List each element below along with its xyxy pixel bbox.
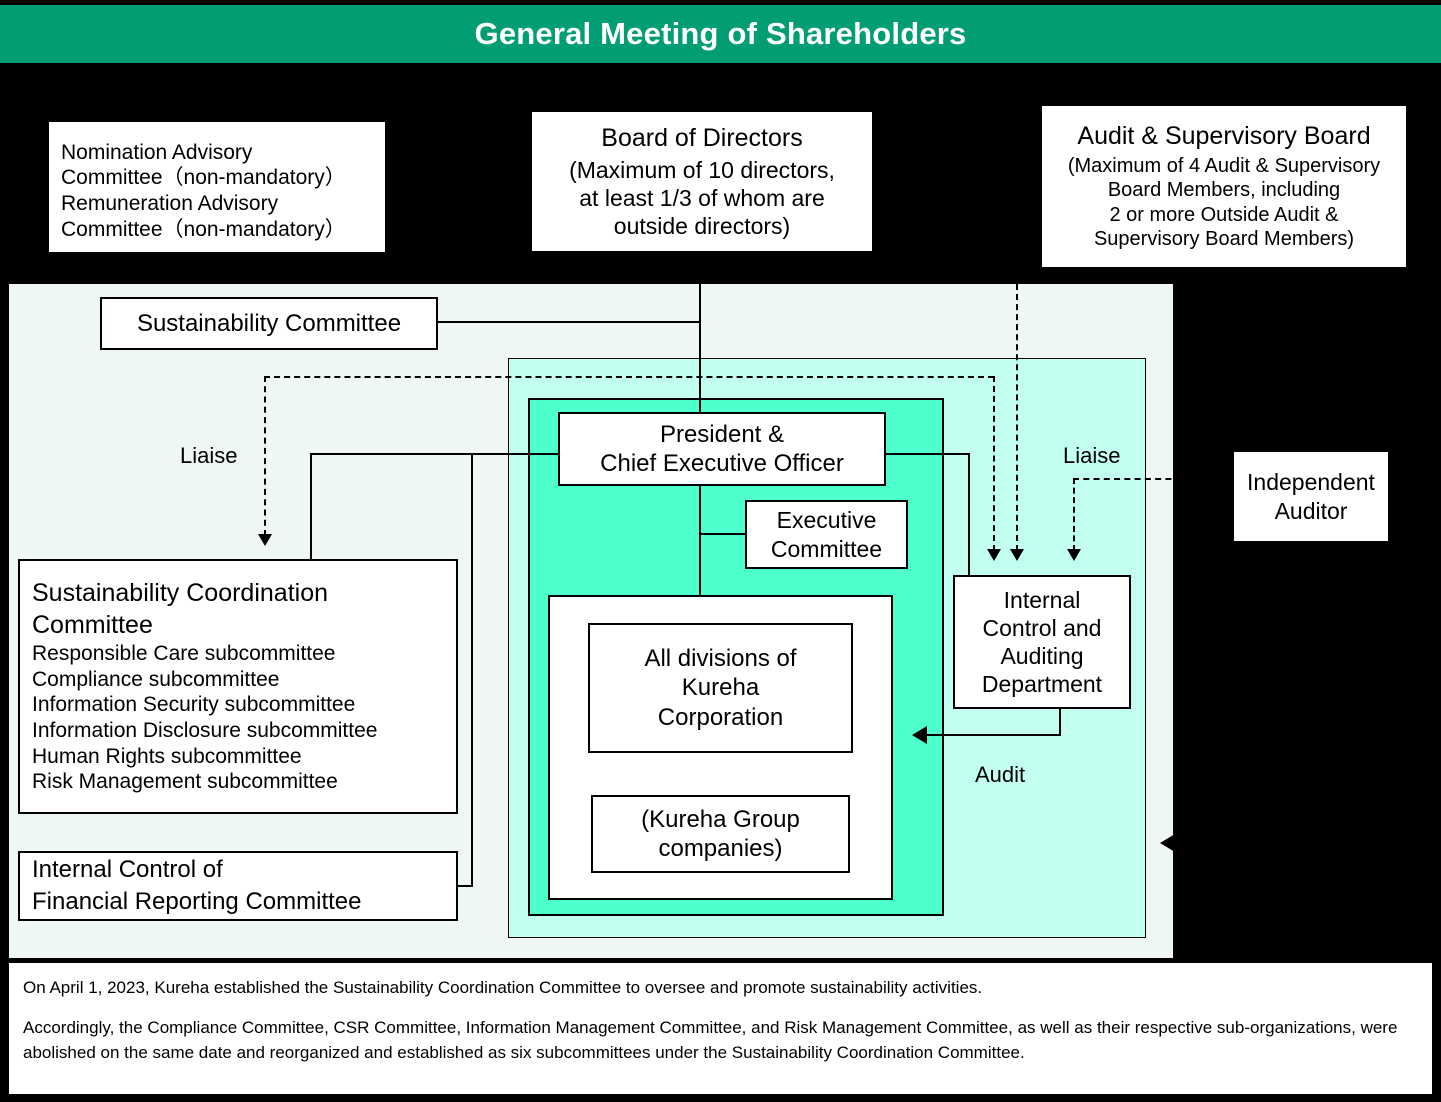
subcommittee-item: Responsible Care subcommittee xyxy=(32,642,336,666)
connector-into-icfr xyxy=(457,885,473,887)
dashed-to-icad-arrowhead-1 xyxy=(987,549,1001,561)
board-of-directors-line-1: (Maximum of 10 directors, xyxy=(569,156,835,183)
dashed-liaise-left-vertical xyxy=(264,376,266,536)
audit-supervisory-board-line-4: Supervisory Board Members) xyxy=(1093,228,1355,251)
board-of-directors-box: Board of Directors (Maximum of 10 direct… xyxy=(530,110,874,253)
icad-line-4: Department xyxy=(981,671,1103,698)
footnote-panel: On April 1, 2023, Kureha established the… xyxy=(8,962,1433,1095)
internal-control-and-auditing-department-box: Internal Control and Auditing Department xyxy=(953,575,1131,709)
all-divisions-of-kureha-corporation-box: All divisions of Kureha Corporation xyxy=(588,623,853,753)
connector-right-edge-audit xyxy=(1174,842,1240,844)
president-line-1: President & xyxy=(659,420,785,448)
executive-committee-line-1: Executive xyxy=(776,507,877,534)
connector-icad-audit-h xyxy=(926,734,1061,736)
liaise-label-right: Liaise xyxy=(1063,443,1121,468)
general-meeting-of-shareholders-banner: General Meeting of Shareholders xyxy=(0,5,1441,63)
connector-president-to-executive-committee xyxy=(699,533,747,535)
icad-line-3: Auditing xyxy=(1000,643,1084,669)
dashed-to-icad-vertical-1 xyxy=(993,376,995,551)
executive-committee-line-2: Committee xyxy=(770,535,883,562)
banner-title: General Meeting of Shareholders xyxy=(474,16,967,51)
sustainability-committee-label: Sustainability Committee xyxy=(136,309,402,337)
independent-auditor-box: Independent Auditor xyxy=(1232,450,1390,543)
subcommittee-item: Information Security subcommittee xyxy=(32,693,356,717)
nomination-line-4: Committee（non-mandatory） xyxy=(61,217,346,241)
audit-supervisory-board-heading: Audit & Supervisory Board xyxy=(1077,122,1371,151)
footnote-paragraph-1: On April 1, 2023, Kureha established the… xyxy=(23,978,983,997)
subcommittee-item: Human Rights subcommittee xyxy=(32,744,302,768)
subcommittee-item: Information Disclosure subcommittee xyxy=(32,719,378,742)
dashed-asb-to-icad-arrowhead xyxy=(1010,549,1024,561)
right-edge-arrow-head-left xyxy=(1160,834,1175,852)
group-companies-line-1: (Kureha Group xyxy=(641,805,800,833)
icfr-line-1: Internal Control of xyxy=(32,856,223,884)
audit-label: Audit xyxy=(975,762,1026,787)
executive-committee-box: Executive Committee xyxy=(745,500,908,569)
subcommittee-item: Risk Management subcommittee xyxy=(32,770,338,794)
connector-sustainability-committee-to-bod xyxy=(437,321,700,323)
nomination-line-2: Committee（non-mandatory） xyxy=(61,166,346,190)
nomination-line-1: Nomination Advisory xyxy=(61,140,253,164)
audit-arrow-head-left xyxy=(912,726,927,744)
president-ceo-box: President & Chief Executive Officer xyxy=(558,412,886,486)
sustainability-committee-box: Sustainability Committee xyxy=(100,297,438,350)
audit-supervisory-board-box: Audit & Supervisory Board (Maximum of 4 … xyxy=(1040,104,1408,269)
divisions-line-2: Kureha xyxy=(681,674,760,702)
footnote-paragraph-2: Accordingly, the Compliance Committee, C… xyxy=(23,1017,1398,1063)
dashed-liaise-horizontal xyxy=(264,376,994,378)
board-of-directors-line-3: outside directors) xyxy=(613,212,791,239)
subcommittee-item: Compliance subcommittee xyxy=(32,667,280,691)
connector-president-to-icad-h xyxy=(885,453,970,455)
connector-down-to-icfr xyxy=(471,453,473,886)
dashed-liaise-right-vertical xyxy=(1073,478,1075,551)
sustainability-coordination-heading-2: Committee xyxy=(32,610,153,639)
sustainability-coordination-heading-1: Sustainability Coordination xyxy=(32,579,329,608)
connector-bod-to-president xyxy=(699,284,701,413)
liaise-label-left: Liaise xyxy=(180,443,238,468)
nomination-remuneration-advisory-committee-box: Nomination Advisory Committee（non-mandat… xyxy=(47,120,387,254)
independent-auditor-line-2: Auditor xyxy=(1274,497,1348,524)
divisions-line-3: Corporation xyxy=(657,703,784,731)
dashed-liaise-right-horizontal xyxy=(1073,478,1233,480)
audit-supervisory-board-line-1: (Maximum of 4 Audit & Supervisory xyxy=(1067,154,1381,177)
board-of-directors-heading: Board of Directors xyxy=(601,124,803,153)
divisions-line-1: All divisions of xyxy=(644,645,797,673)
icfr-line-2: Financial Reporting Committee xyxy=(32,888,362,915)
kureha-group-companies-box: (Kureha Group companies) xyxy=(591,795,850,873)
dashed-liaise-right-arrowhead xyxy=(1067,549,1081,561)
connector-down-to-sustainability-coordination xyxy=(310,453,312,561)
connector-icad-audit-v xyxy=(1059,708,1061,736)
dashed-liaise-left-arrowhead xyxy=(258,534,272,546)
dashed-asb-to-icad-vertical xyxy=(1016,284,1018,551)
audit-supervisory-board-line-2: Board Members, including xyxy=(1107,179,1341,202)
sustainability-coordination-committee-box: Sustainability Coordination Committee Re… xyxy=(18,559,458,814)
icad-line-2: Control and xyxy=(982,614,1102,641)
group-companies-line-2: companies) xyxy=(658,835,783,862)
nomination-line-3: Remuneration Advisory xyxy=(61,192,279,215)
icad-line-1: Internal xyxy=(1003,586,1081,613)
connector-president-to-icad-v xyxy=(968,453,970,577)
independent-auditor-line-1: Independent xyxy=(1247,469,1375,496)
internal-control-financial-reporting-committee-box: Internal Control of Financial Reporting … xyxy=(18,851,458,921)
president-line-2: Chief Executive Officer xyxy=(600,450,844,477)
audit-supervisory-board-line-3: 2 or more Outside Audit & xyxy=(1109,203,1339,226)
board-of-directors-line-2: at least 1/3 of whom are xyxy=(579,184,825,211)
